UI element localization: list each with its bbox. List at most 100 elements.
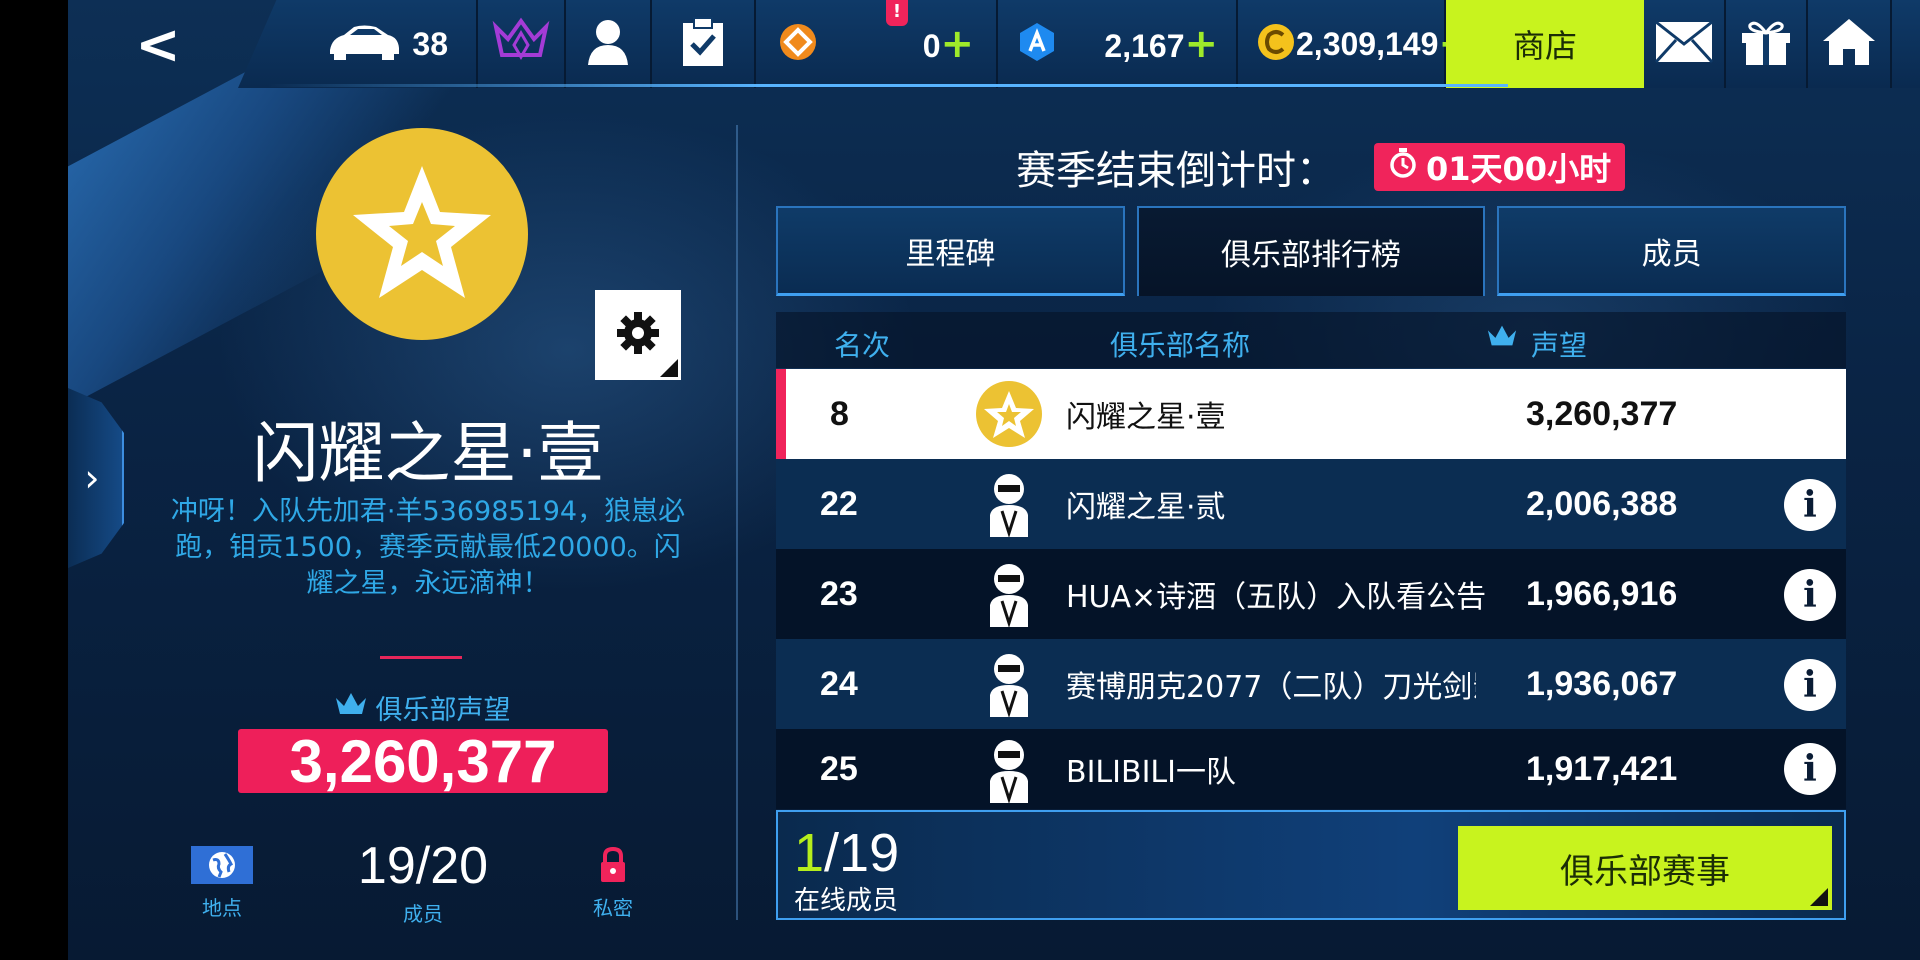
credits-value: 2,309,149 [1296,25,1439,62]
blueprint-plus-button[interactable]: + [1184,21,1218,67]
credits-currency[interactable]: 2,309,149+ [1238,0,1472,88]
info-button[interactable]: i [1784,659,1836,711]
privacy-info[interactable]: 私密 [593,846,633,921]
rank-button[interactable] [478,0,566,88]
racer-helmet-icon [976,561,1042,627]
own-row-marker [776,369,786,459]
reputation-value: 3,260,377 [238,728,608,795]
members-count: 19/20 [357,837,489,895]
tokens-plus-button[interactable]: + [940,21,974,67]
reputation-label-group: 俱乐部声望 [322,688,522,727]
row-rank: 24 [820,664,858,703]
lock-icon [598,846,628,884]
crown-icon [334,690,368,725]
garage-cars-button[interactable]: 38 [238,0,478,88]
tab-milestones[interactable]: 里程碑 [776,206,1125,296]
section-divider [380,656,462,659]
racer-helmet-icon [976,471,1042,537]
online-total: /19 [824,823,900,883]
location-info[interactable]: 地点 [191,846,253,921]
row-reputation: 3,260,377 [1526,394,1678,433]
tab-club-leaderboard[interactable]: 俱乐部排行榜 [1136,206,1486,296]
countdown-timer: 01天00小时 [1374,143,1626,191]
star-emblem-icon [347,160,497,309]
privacy-label: 私密 [593,896,633,920]
checklist-icon [680,16,726,72]
club-tabs: 里程碑 俱乐部排行榜 成员 [776,206,1847,296]
leaderboard-header: 名次 俱乐部名称 声望 [776,312,1846,368]
topbar-edge [1892,0,1920,88]
online-members-label: 在线成员 [794,886,899,916]
racer-helmet-icon [976,737,1042,803]
row-rank: 22 [820,484,858,523]
leaderboard-row-own[interactable]: 8 闪耀之星·壹 3,260,377 [776,369,1846,459]
credits-icon [1256,22,1296,66]
gift-button[interactable] [1726,0,1808,88]
row-reputation: 2,006,388 [1526,484,1678,523]
globe-icon [191,846,253,884]
corner-marker [660,359,678,377]
info-button[interactable]: i [1784,479,1836,531]
row-club-name: 闪耀之星·壹 [1066,400,1226,435]
car-icon [326,22,402,66]
stopwatch-icon [1388,147,1418,187]
topbar-glow-line [268,84,1508,87]
club-emblem [316,128,528,340]
club-footer-bar: 1/19 在线成员 俱乐部赛事 [776,810,1846,920]
row-reputation: 1,936,067 [1526,664,1678,703]
crown-icon [1486,322,1518,357]
club-events-label: 俱乐部赛事 [1560,851,1730,892]
row-club-name: 闪耀之星·贰 [1066,490,1226,525]
shop-button[interactable]: 商店 [1446,0,1644,88]
expand-side-panel-button[interactable]: › [68,388,124,568]
chevron-right-icon: › [84,456,100,500]
club-description: 冲呀！入队先加君·羊536985194，狼崽必跑，钼贡1500，赛季贡献最低20… [170,496,686,599]
tokens-currency[interactable]: 0+ [756,0,998,88]
online-current: 1 [794,823,825,883]
blueprint-value: 2,167 [1104,28,1185,64]
back-button[interactable]: < [68,0,248,88]
countdown-label: 赛季结束倒计时： [1016,148,1336,194]
info-button[interactable]: i [1784,743,1836,795]
profile-button[interactable] [566,0,652,88]
club-name: 闪耀之星·壹 [252,415,604,492]
tab-members[interactable]: 成员 [1497,206,1847,296]
header-rank: 名次 [834,329,891,362]
cars-count: 38 [412,25,448,62]
header-reputation: 声望 [1531,329,1588,362]
missions-button[interactable] [652,0,756,88]
location-label: 地点 [202,896,242,920]
season-countdown: 赛季结束倒计时： 01天00小时 [1016,142,1626,194]
row-club-name: 赛博朋克2077（二队）刀光剑影 [1066,670,1476,705]
online-members-count: 1/19 [794,822,899,884]
crown-rank-icon [492,17,550,71]
tokens-value: 0 [922,28,941,64]
row-club-name: HUA×诗酒（五队）入队看公告 [1066,580,1487,615]
mail-button[interactable] [1644,0,1726,88]
blueprint-currency[interactable]: 2,167+ [998,0,1238,88]
alert-badge: ! [886,0,908,26]
leaderboard-row[interactable]: 23 HUA×诗酒（五队）入队看公告 1,966,916 i [776,549,1846,639]
mail-icon [1654,20,1714,68]
home-button[interactable] [1808,0,1892,88]
club-events-button[interactable]: 俱乐部赛事 [1458,826,1832,910]
row-rank: 23 [820,574,858,613]
row-club-name: BILIBILI一队 [1066,755,1236,790]
countdown-value: 01天00小时 [1426,150,1612,188]
row-reputation: 1,966,916 [1526,574,1678,613]
top-bar: < 38 0+ ! 2,167+ 2,309,149 商店 [68,0,1920,88]
token-icon [778,22,818,66]
racer-helmet-icon [976,651,1042,717]
info-button[interactable]: i [1784,569,1836,621]
header-club-name: 俱乐部名称 [1110,329,1251,362]
leaderboard-row[interactable]: 24 赛博朋克2077（二队）刀光剑影 1,936,067 i [776,639,1846,729]
club-settings-button[interactable] [595,290,681,380]
gear-icon [616,311,660,359]
members-label: 成员 [403,902,443,926]
star-emblem-icon [976,381,1042,447]
reputation-label: 俱乐部声望 [375,695,511,726]
home-icon [1821,17,1877,71]
leaderboard-row[interactable]: 25 BILIBILI一队 1,917,421 i [776,729,1846,809]
panel-divider [736,125,738,920]
leaderboard-row[interactable]: 22 闪耀之星·贰 2,006,388 i [776,459,1846,549]
